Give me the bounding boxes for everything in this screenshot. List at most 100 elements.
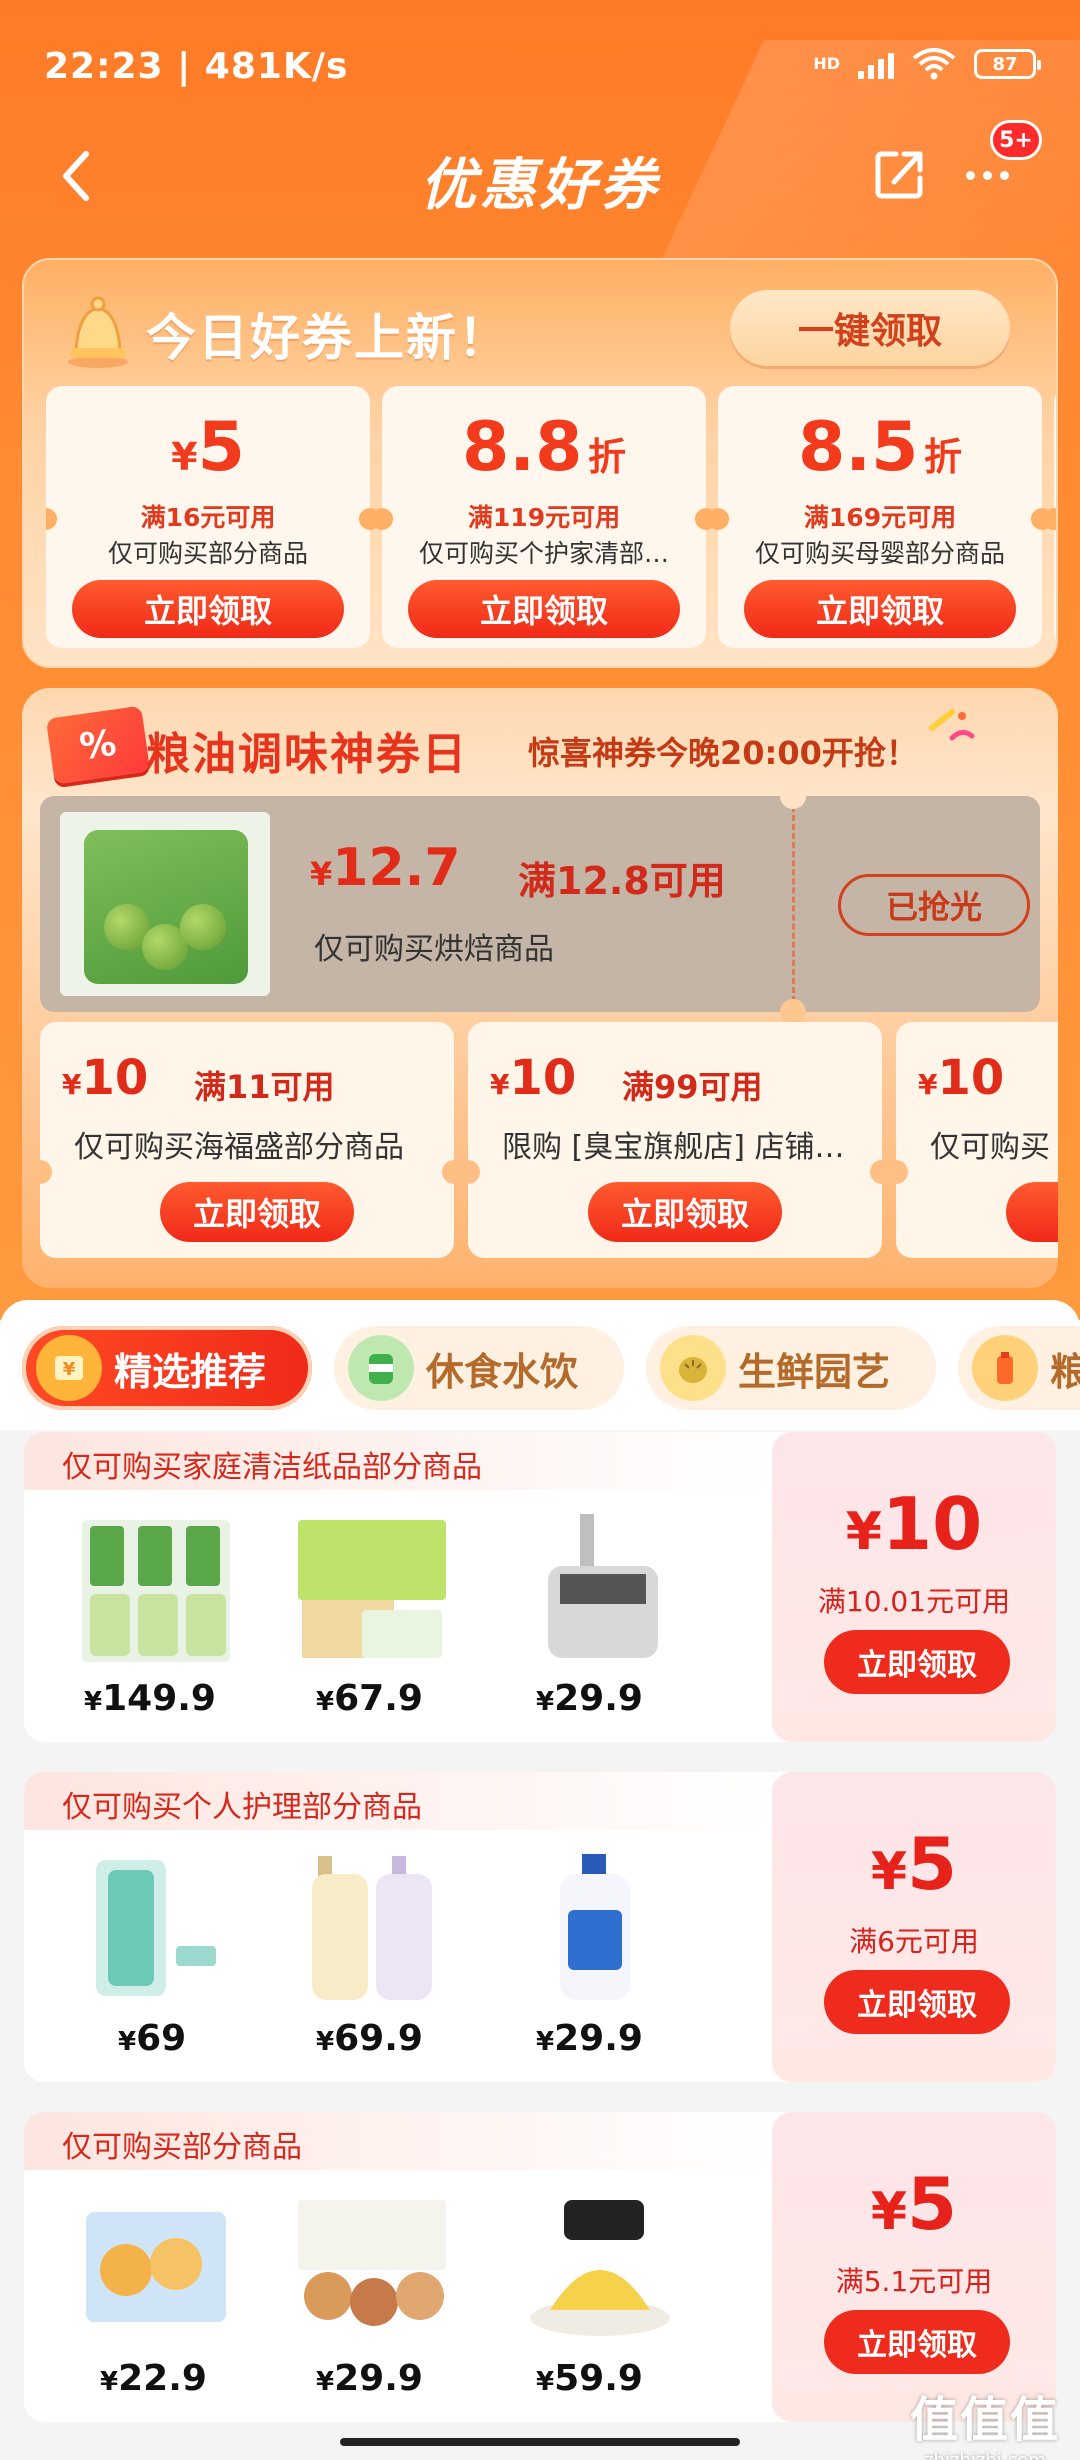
claim-button[interactable]: 立即领取 bbox=[824, 2310, 1010, 2374]
watermark-logo: 值值值 bbox=[909, 2392, 1060, 2448]
claim-button[interactable]: 立 bbox=[1006, 1182, 1058, 1242]
product-coupon-card: 仅可购买家庭清洁纸品部分商品 ¥149.9 ¥67.9 ¥29.9 ¥10 满1… bbox=[24, 1432, 1056, 1742]
share-icon[interactable] bbox=[874, 142, 926, 202]
tissue-icon[interactable] bbox=[292, 1510, 452, 1666]
product-price: ¥29.9 bbox=[536, 2018, 643, 2059]
coupon-condition: 满16元可用 bbox=[140, 503, 276, 532]
category-tabs: ¥ 精选推荐 休食水饮 生鲜园艺 粮 bbox=[0, 1300, 1080, 1430]
product-coupon-card: 仅可购买个人护理部分商品 ¥69 ¥69.9 ¥29.9 ¥5 满6元可用 立即… bbox=[24, 1772, 1056, 2082]
coupon-card: 8.8 折 满119元可用 仅可购买个护家清部… 立即领取 bbox=[371, 386, 717, 648]
network-type-label: HD bbox=[813, 54, 840, 73]
featured-coupon-condition: 满12.8可用 bbox=[518, 859, 726, 903]
coupon-amount: ¥5 bbox=[870, 1822, 958, 1906]
claim-button[interactable]: 立即领取 bbox=[72, 580, 344, 638]
claim-button[interactable]: 立即领取 bbox=[824, 1630, 1010, 1694]
coupon-divider bbox=[792, 806, 795, 1002]
coupon-amount: ¥10 bbox=[845, 1482, 983, 1566]
coupon-icon: ¥ bbox=[36, 1335, 102, 1401]
percent-icon: % bbox=[45, 705, 151, 785]
dustpan-icon[interactable] bbox=[520, 1510, 680, 1666]
product-price: ¥69 bbox=[118, 2018, 187, 2059]
tab-label: 休食水饮 bbox=[426, 1349, 579, 1394]
signal-icon bbox=[858, 49, 894, 79]
wifi-icon bbox=[912, 48, 956, 80]
coupon-card: ¥10 满11可用 仅可购买海福盛部分商品 立即领取 bbox=[40, 1022, 466, 1258]
tab-featured[interactable]: ¥ 精选推荐 bbox=[22, 1326, 312, 1410]
product-price: ¥29.9 bbox=[536, 1678, 643, 1719]
status-icons: HD 87 bbox=[813, 48, 1041, 80]
coupon-side: ¥10 满10.01元可用 立即领取 bbox=[772, 1432, 1056, 1742]
coupon-scope: 仅可购买海福盛部分商品 bbox=[74, 1130, 404, 1165]
status-bar: 22:23 | 481K/s HD 87 bbox=[0, 0, 1080, 120]
tab-label: 精选推荐 bbox=[114, 1349, 267, 1394]
coupon-amount: 8.5 折 bbox=[797, 408, 963, 487]
grain-oil-title: 粮油调味神券日 bbox=[146, 729, 468, 780]
tab-fresh[interactable]: 生鲜园艺 bbox=[646, 1326, 936, 1410]
coupon-amount: ¥5 bbox=[870, 2162, 958, 2246]
tab-label: 生鲜园艺 bbox=[738, 1349, 891, 1394]
watermark-url: zhizhizhi.com bbox=[910, 2450, 1060, 2460]
home-indicator[interactable] bbox=[340, 2438, 740, 2446]
card-header: 仅可购买个人护理部分商品 bbox=[24, 1772, 774, 1830]
razor-icon[interactable] bbox=[76, 1850, 236, 2006]
watermark: 值值值 zhizhizhi.com bbox=[910, 2380, 1060, 2460]
detergent-icon[interactable] bbox=[76, 1510, 236, 1666]
durian-icon bbox=[660, 1335, 726, 1401]
tab-snacks[interactable]: 休食水饮 bbox=[334, 1326, 624, 1410]
bread-icon[interactable] bbox=[76, 2190, 236, 2346]
coupon-scope: 限购 [臭宝旗舰店] 店铺… bbox=[502, 1130, 845, 1165]
confetti-icon bbox=[929, 709, 975, 741]
grain-oil-panel: % 粮油调味神券日 惊喜神券今晚20:00开抢！ ¥12.7 满12.8可用 仅… bbox=[22, 688, 1058, 1288]
claim-button[interactable]: 立即领取 bbox=[160, 1182, 354, 1242]
coupon-condition: 满11可用 bbox=[194, 1068, 335, 1106]
coupon-condition: 满169元可用 bbox=[803, 503, 957, 532]
tab-grain[interactable]: 粮 bbox=[958, 1326, 1080, 1410]
coupon-amount: ¥10 bbox=[490, 1050, 577, 1106]
tab-label: 粮 bbox=[1050, 1349, 1080, 1394]
product-coupon-card: 仅可购买部分商品 ¥22.9 ¥29.9 ¥59.9 ¥5 满5.1元可用 立即… bbox=[24, 2112, 1056, 2422]
claim-button[interactable]: 立即领取 bbox=[588, 1182, 782, 1242]
featured-coupon-scope: 仅可购买烘焙商品 bbox=[314, 932, 554, 967]
coupon-scope: 仅可购买个护家清部… bbox=[418, 539, 669, 568]
product-price: ¥59.9 bbox=[536, 2358, 643, 2399]
coupon-condition: 满10.01元可用 bbox=[817, 1585, 1011, 1618]
card-header: 仅可购买家庭清洁纸品部分商品 bbox=[24, 1432, 774, 1490]
coupon-condition: 满119元可用 bbox=[467, 503, 621, 532]
baking-product-image bbox=[60, 812, 270, 996]
coupon-side: ¥5 满6元可用 立即领取 bbox=[772, 1772, 1056, 2082]
notification-badge: 5+ bbox=[990, 120, 1042, 160]
today-coupons-title: 今日好券上新！ bbox=[146, 309, 510, 367]
coupon-card: ¥10 仅可购买 立 bbox=[884, 1022, 1058, 1258]
cake-icon[interactable] bbox=[520, 2190, 680, 2346]
today-coupons-panel: 今日好券上新！ 一键领取 ¥5 满16元可用 仅可购买部分商品 立即领取 8.8… bbox=[22, 258, 1058, 668]
claim-button[interactable]: 立即领取 bbox=[824, 1970, 1010, 2034]
coupon-condition: 满99可用 bbox=[622, 1068, 763, 1106]
product-price: ¥149.9 bbox=[84, 1678, 216, 1719]
product-price: ¥22.9 bbox=[100, 2358, 207, 2399]
status-time: 22:23 | 481K/s bbox=[44, 46, 349, 87]
today-coupon-list: ¥5 满16元可用 仅可购买部分商品 立即领取 8.8 折 满119元可用 仅可… bbox=[46, 386, 1056, 648]
grain-oil-subtitle: 惊喜神券今晚20:00开抢！ bbox=[528, 734, 918, 772]
sold-out-button: 已抢光 bbox=[838, 874, 1030, 936]
snack-icon bbox=[348, 1335, 414, 1401]
oil-icon bbox=[972, 1335, 1038, 1401]
claim-button[interactable]: 立即领取 bbox=[744, 580, 1016, 638]
coupon-amount: ¥5 bbox=[171, 408, 245, 487]
coupon-amount: 8.8 折 bbox=[461, 408, 627, 487]
battery-icon: 87 bbox=[974, 49, 1041, 79]
featured-coupon: ¥12.7 满12.8可用 仅可购买烘焙商品 已抢光 bbox=[40, 783, 1040, 1025]
featured-coupon-amount: ¥12.7 bbox=[310, 838, 461, 898]
claim-all-button[interactable]: 一键领取 bbox=[730, 290, 1010, 366]
product-price: ¥69.9 bbox=[316, 2018, 423, 2059]
coupon-side: ¥5 满5.1元可用 立即领取 bbox=[772, 2112, 1056, 2422]
handwash-icon[interactable] bbox=[520, 1850, 680, 2006]
more-icon[interactable] bbox=[966, 160, 1026, 190]
coupon-card: ¥5 满16元可用 仅可购买部分商品 立即领取 bbox=[46, 386, 381, 648]
product-price: ¥67.9 bbox=[316, 1678, 423, 1719]
shampoo-icon[interactable] bbox=[292, 1850, 452, 2006]
claim-button[interactable]: 立即领取 bbox=[408, 580, 680, 638]
product-price: ¥29.9 bbox=[316, 2358, 423, 2399]
bun-icon[interactable] bbox=[292, 2190, 452, 2346]
battery-level: 87 bbox=[992, 53, 1018, 75]
coupon-card-peek bbox=[1043, 386, 1056, 648]
